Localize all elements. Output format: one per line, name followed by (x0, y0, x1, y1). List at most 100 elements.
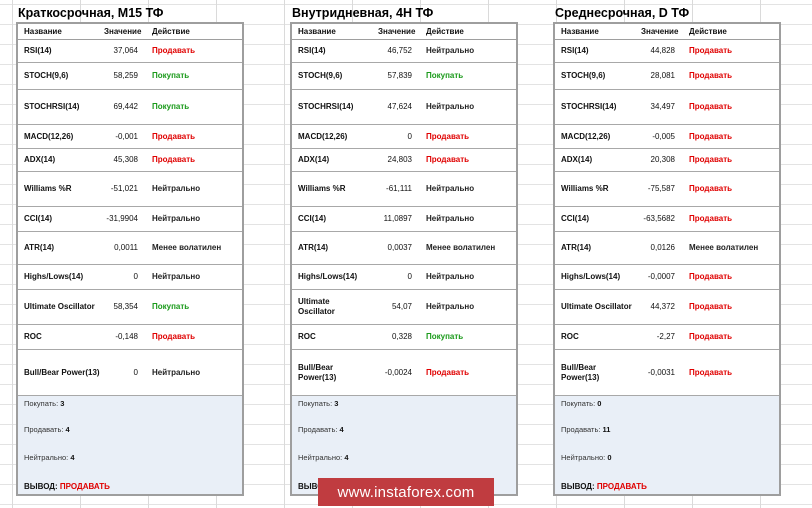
indicator-name: Highs/Lows(14) (24, 272, 84, 281)
verdict-label: ВЫВОД: (24, 482, 58, 491)
indicator-value: 47,624 (387, 102, 412, 111)
indicator-name: ROC (298, 332, 316, 341)
verdict-value: ПРОДАВАТЬ (59, 482, 110, 491)
indicator-value: 37,064 (113, 46, 138, 55)
indicator-value: -2,27 (656, 332, 675, 341)
indicator-name: MACD(12,26) (298, 132, 348, 141)
indicator-action: Продавать (689, 155, 733, 164)
table-row: STOCH(9,6) 57,839 Покупать (292, 63, 516, 90)
indicator-name: Bull/Bear Power(13) (561, 363, 600, 382)
summary-neutral-count: 0 (607, 453, 612, 462)
indicator-name: ATR(14) (24, 243, 55, 252)
header-name: Название (298, 27, 336, 36)
table-row: Bull/Bear Power(13) -0,0024 Продавать (292, 350, 516, 396)
summary-neutral: Нейтрально: 4 (24, 453, 75, 462)
indicator-name: Highs/Lows(14) (561, 272, 621, 281)
indicator-value: -0,0024 (384, 368, 412, 377)
table-row: Williams %R -75,587 Продавать (555, 172, 779, 207)
indicator-value: 0 (407, 272, 412, 281)
indicator-name: Ultimate Oscillator (298, 297, 335, 316)
indicator-action: Нейтрально (152, 272, 201, 281)
table-row: Bull/Bear Power(13) -0,0031 Продавать (555, 350, 779, 396)
table-row: ATR(14) 0,0126 Менее волатилен (555, 232, 779, 265)
table-row: Williams %R -51,021 Нейтрально (18, 172, 242, 207)
table-row: RSI(14) 37,064 Продавать (18, 40, 242, 63)
indicator-action: Покупать (426, 71, 464, 80)
indicator-name: STOCHRSI(14) (298, 102, 354, 111)
indicator-value: 24,803 (387, 155, 412, 164)
table-row: CCI(14) 11,0897 Нейтрально (292, 207, 516, 232)
indicator-name: ADX(14) (298, 155, 330, 164)
summary-neutral-count: 4 (344, 453, 349, 462)
indicator-name: Ultimate Oscillator (24, 302, 95, 311)
indicator-value: -0,0007 (647, 272, 675, 281)
indicator-value: 44,372 (650, 302, 675, 311)
indicator-name: CCI(14) (298, 214, 327, 223)
indicator-value: 0,0126 (650, 243, 675, 252)
indicator-action: Нейтрально (426, 302, 475, 311)
indicator-action: Менее волатилен (689, 243, 759, 252)
indicator-action: Продавать (689, 214, 733, 223)
summary-buy-count: 3 (334, 399, 339, 408)
indicator-action: Покупать (152, 102, 190, 111)
indicator-name: RSI(14) (561, 46, 589, 55)
indicator-name: STOCH(9,6) (298, 71, 343, 80)
summary-sell-label: Продавать: (24, 425, 64, 434)
indicator-value: 34,497 (650, 102, 675, 111)
table-row: ROC -0,148 Продавать (18, 325, 242, 350)
indicator-name: Ultimate Oscillator (561, 302, 632, 311)
indicator-value: 46,752 (387, 46, 412, 55)
header-name: Название (561, 27, 599, 36)
summary-buy-count: 3 (60, 399, 65, 408)
indicator-value: -0,001 (115, 132, 138, 141)
summary-buy-count: 0 (597, 399, 602, 408)
indicator-name: Highs/Lows(14) (298, 272, 358, 281)
panel-title: Внутридневная, 4Н ТФ (292, 6, 434, 20)
table-row: Ultimate Oscillator 58,354 Покупать (18, 290, 242, 325)
summary-buy-label: Покупать: (561, 399, 596, 408)
table-row: MACD(12,26) -0,005 Продавать (555, 125, 779, 149)
indicator-name: CCI(14) (24, 214, 53, 223)
table-row: Ultimate Oscillator 54,07 Нейтрально (292, 290, 516, 325)
indicator-value: 0 (133, 368, 138, 377)
indicator-name: CCI(14) (561, 214, 590, 223)
indicator-table: Название Значение Действие RSI(14) 44,828 Про… (553, 22, 781, 496)
summary-sell-count: 4 (339, 425, 344, 434)
summary-neutral-label: Нейтрально: (298, 453, 343, 462)
indicator-name: STOCHRSI(14) (24, 102, 80, 111)
table-header: Название Значение Действие (18, 24, 242, 40)
indicator-name: ATR(14) (298, 243, 329, 252)
indicator-value: 69,442 (113, 102, 138, 111)
indicator-value: -61,111 (386, 184, 412, 193)
indicator-action: Продавать (689, 272, 733, 281)
indicator-name: Williams %R (561, 184, 609, 193)
table-row: STOCHRSI(14) 69,442 Покупать (18, 90, 242, 125)
indicator-value: 45,308 (113, 155, 138, 164)
header-action: Действие (689, 27, 727, 36)
panel-title: Среднесрочная, D ТФ (555, 6, 690, 20)
summary-block: Покупать: 3 Продавать: 4 Нейтрально: 4 ВЫВО… (18, 396, 242, 494)
table-row: CCI(14) -63,5682 Продавать (555, 207, 779, 232)
table-header: Название Значение Действие (292, 24, 516, 40)
indicator-value: 58,259 (113, 71, 138, 80)
indicator-name: RSI(14) (24, 46, 52, 55)
indicator-action: Продавать (426, 368, 470, 377)
indicator-action: Покупать (426, 332, 464, 341)
indicator-name: RSI(14) (298, 46, 326, 55)
indicator-action: Нейтрально (426, 46, 475, 55)
indicator-action: Нейтрально (426, 184, 475, 193)
verdict-label: ВЫВОД: (561, 482, 595, 491)
table-row: MACD(12,26) 0 Продавать (292, 125, 516, 149)
indicator-value: 44,828 (650, 46, 675, 55)
table-header: Название Значение Действие (555, 24, 779, 40)
indicator-action: Нейтрально (426, 102, 475, 111)
indicator-table: Название Значение Действие RSI(14) 46,752 Ней… (290, 22, 518, 496)
summary-neutral: Нейтрально: 0 (561, 453, 612, 462)
indicator-value: -51,021 (110, 184, 138, 193)
table-row: RSI(14) 46,752 Нейтрально (292, 40, 516, 63)
summary-neutral-count: 4 (70, 453, 75, 462)
indicator-action: Нейтрально (152, 214, 201, 223)
indicator-action: Нейтрально (426, 214, 475, 223)
header-value: Значение (378, 27, 416, 36)
header-action: Действие (426, 27, 464, 36)
